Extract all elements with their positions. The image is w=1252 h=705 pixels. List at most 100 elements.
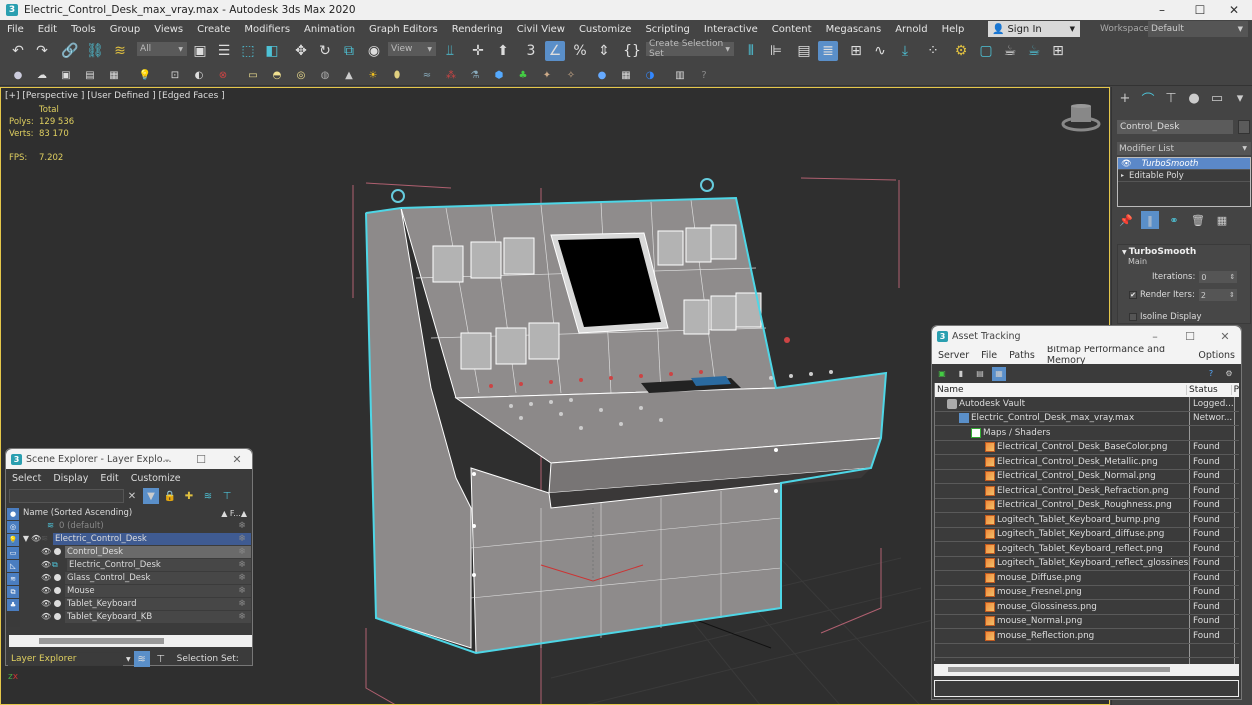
table-view-icon[interactable]: ▤ [973, 367, 987, 381]
camera-red-icon[interactable]: ⊗ [215, 67, 231, 83]
layer-explorer-icon[interactable]: ≣ [818, 41, 838, 61]
maximize-button[interactable]: ☐ [1177, 326, 1203, 346]
layers-icon[interactable]: ≋ [200, 488, 216, 504]
stack-item-editable-poly[interactable]: ▸ Editable Poly [1118, 170, 1250, 182]
asset-row[interactable]: Electrical_Control_Desk_Metallic.png Foun… [935, 455, 1239, 470]
eye-icon[interactable]: 👁 [41, 612, 51, 621]
asset-row[interactable]: mouse_Glossiness.png Found [935, 600, 1239, 615]
ribbon-toggle-icon[interactable]: ⊞ [846, 41, 866, 61]
eye-icon[interactable]: 👁 [1121, 159, 1132, 169]
scrollbar-thumb[interactable] [39, 638, 164, 644]
rotate-icon[interactable]: ↻ [315, 41, 335, 61]
eye-icon[interactable]: 👁 [41, 586, 51, 595]
document-icon[interactable]: ▤ [82, 67, 98, 83]
asset-row[interactable]: Electrical_Control_Desk_Roughness.png Fou… [935, 498, 1239, 513]
curve-editor-icon[interactable]: ∿ [870, 41, 890, 61]
display-lights-icon[interactable]: 💡 [7, 534, 19, 546]
workspace-select[interactable]: Default ▼ [1148, 21, 1248, 37]
cloud-icon[interactable]: ☁ [34, 67, 50, 83]
select-by-name-icon[interactable]: ☰ [214, 41, 234, 61]
menu-animation[interactable]: Animation [297, 24, 362, 35]
asset-row[interactable]: mouse_Fresnel.png Found [935, 585, 1239, 600]
sort-by-layer-icon[interactable]: ≋ [133, 651, 150, 667]
redo-icon[interactable]: ↷ [32, 41, 52, 61]
at-menu-options[interactable]: Options [1192, 350, 1241, 361]
pivot-icon[interactable]: ⫫ [440, 41, 460, 61]
link-icon[interactable]: 🔗 [60, 41, 80, 61]
configure-modifier-sets-icon[interactable]: ▦ [1213, 211, 1231, 229]
display-cameras-icon[interactable]: ▭ [7, 547, 19, 559]
rectangular-selection-icon[interactable]: ⬚ [238, 41, 258, 61]
make-unique-icon[interactable]: ⚭ [1165, 211, 1183, 229]
sphere-half-icon[interactable]: ◐ [191, 67, 207, 83]
bind-space-warp-icon[interactable]: ≋ [110, 41, 130, 61]
menu-interactive[interactable]: Interactive [697, 24, 765, 35]
display-tab-icon[interactable]: ▭ [1208, 89, 1226, 107]
volume-icon[interactable]: ⬢ [491, 67, 507, 83]
menu-tools[interactable]: Tools [64, 24, 103, 35]
rendered-frame-window-icon[interactable]: ▢ [976, 41, 996, 61]
manipulate-icon[interactable]: ✛ [468, 41, 488, 61]
menu-help[interactable]: Help [935, 24, 972, 35]
menu-graph-editors[interactable]: Graph Editors [362, 24, 445, 35]
tree-row[interactable]: ▼ 👁 ≋ Electric_Control_Desk ❄ [21, 532, 251, 545]
menu-arnold[interactable]: Arnold [888, 24, 934, 35]
render-setup-icon[interactable]: ⚙ [951, 41, 971, 61]
sphere-light-icon[interactable]: ◎ [293, 67, 309, 83]
spinner-snap-icon[interactable]: ⇕ [594, 41, 614, 61]
menu-scripting[interactable]: Scripting [638, 24, 696, 35]
eye-icon[interactable]: 👁 [41, 573, 51, 582]
horizontal-scrollbar[interactable] [9, 635, 252, 647]
isoline-checkbox[interactable] [1129, 313, 1137, 321]
fur-icon[interactable]: ≈ [419, 67, 435, 83]
material-editor-icon[interactable]: ⁘ [923, 41, 943, 61]
freeze-icon[interactable]: ❄ [237, 560, 247, 570]
plant-icon[interactable]: ♣ [515, 67, 531, 83]
asset-row[interactable]: mouse_Diffuse.png Found [935, 571, 1239, 586]
display-helpers-icon[interactable]: ◺ [7, 560, 19, 572]
create-tab-icon[interactable]: + [1116, 89, 1134, 107]
plane-light-icon[interactable]: ▭ [245, 67, 261, 83]
freeze-icon[interactable]: ❄ [237, 599, 247, 609]
at-menu-paths[interactable]: Paths [1003, 350, 1041, 361]
sun-light-icon[interactable]: ☀ [365, 67, 381, 83]
menu-civil-view[interactable]: Civil View [510, 24, 572, 35]
rollout-header[interactable]: ▼ TurboSmooth [1118, 245, 1250, 257]
display-geometry-icon[interactable]: ● [7, 508, 19, 520]
clear-search-icon[interactable]: ✕ [124, 488, 140, 504]
display-groups-icon[interactable]: ⧉ [7, 586, 19, 598]
asset-row[interactable]: Electrical_Control_Desk_Refraction.png Fo… [935, 484, 1239, 499]
remove-modifier-icon[interactable]: 🗑 [1189, 211, 1207, 229]
modifier-list-dropdown[interactable]: Modifier List ▼ [1117, 142, 1251, 155]
dome-light-icon[interactable]: ◓ [269, 67, 285, 83]
se-menu-customize[interactable]: Customize [125, 473, 187, 484]
display-shapes-icon[interactable]: ◎ [7, 521, 19, 533]
motion-tab-icon[interactable]: ● [1185, 89, 1203, 107]
tree-row[interactable]: 👁 Glass_Control_Desk ❄ [21, 571, 251, 584]
se-menu-display[interactable]: Display [47, 473, 94, 484]
chevron-down-icon[interactable]: ▼ [126, 656, 131, 663]
modify-tab-icon[interactable]: ⌒ [1139, 89, 1157, 108]
close-button[interactable]: ✕ [1212, 326, 1238, 346]
menu-megascans[interactable]: Megascans [819, 24, 889, 35]
sort-by-hierarchy-icon[interactable]: ⊤ [153, 651, 169, 667]
at-menu-file[interactable]: File [975, 350, 1003, 361]
search-input[interactable] [9, 489, 124, 503]
column-name-header[interactable]: Name (Sorted Ascending) [23, 508, 132, 518]
menu-modifiers[interactable]: Modifiers [237, 24, 297, 35]
tree-row[interactable]: 👁 Tablet_Keyboard_KB ❄ [21, 610, 251, 623]
asset-row[interactable]: mouse_Normal.png Found [935, 614, 1239, 629]
tree-row[interactable]: ≋ 0 (default) ❄ [21, 519, 251, 532]
menu-edit[interactable]: Edit [31, 24, 64, 35]
freeze-icon[interactable]: ❄ [237, 534, 247, 544]
angle-snap-icon[interactable]: ∠ [545, 41, 565, 61]
scene-explorer-titlebar[interactable]: 3 Scene Explorer - Layer Explo... – ☐ ✕ [6, 449, 252, 469]
align-icon[interactable]: ⊫ [766, 41, 786, 61]
keyboard-shortcut-icon[interactable]: ⬆ [493, 41, 513, 61]
menu-rendering[interactable]: Rendering [445, 24, 510, 35]
move-icon[interactable]: ✥ [291, 41, 311, 61]
minimize-button[interactable]: – [1144, 0, 1180, 20]
at-menu-bitmap-performance-and-memory[interactable]: Bitmap Performance and Memory [1041, 344, 1192, 366]
frame-buffer-icon[interactable]: ▥ [672, 67, 688, 83]
asset-row[interactable]: Logitech_Tablet_Keyboard_reflect_glossin… [935, 556, 1239, 571]
